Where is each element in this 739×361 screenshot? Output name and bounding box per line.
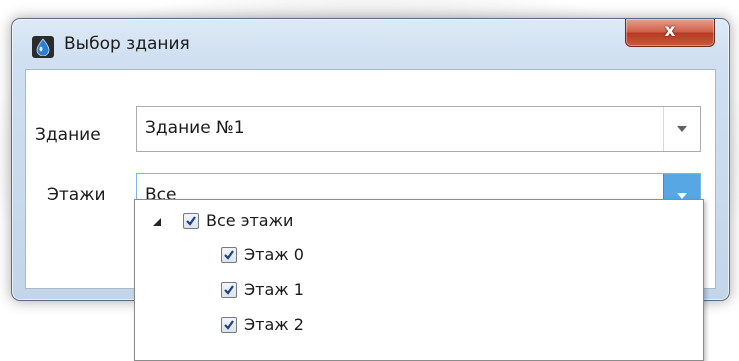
building-label: Здание [35,125,101,145]
floors-label: Этажи [47,185,106,205]
building-dropdown-button[interactable] [663,107,700,151]
checkmark-icon [224,320,234,330]
building-combobox[interactable]: Здание №1 [136,106,701,152]
triangle-expanded-icon[interactable] [153,218,161,226]
checkmark-icon [186,216,196,226]
tree-label-floor: Этаж 2 [244,315,304,334]
checkbox-floor-0[interactable] [221,247,237,263]
tree-label-all-floors: Все этажи [206,211,294,230]
checkbox-all-floors[interactable] [183,213,199,229]
checkmark-icon [224,250,234,260]
checkbox-floor-2[interactable] [221,317,237,333]
tree-item-floor[interactable]: Этаж 1 [135,275,701,305]
checkbox-floor-1[interactable] [221,282,237,298]
water-drop-icon [32,36,54,58]
tree-item-all-floors[interactable]: Все этажи [135,206,701,236]
tree-item-floor[interactable]: Этаж 2 [135,310,701,340]
tree-item-floor[interactable]: Этаж 0 [135,240,701,270]
floors-dropdown-list: Все этажи Этаж 0 Этаж 1 Этаж 2 [134,199,704,361]
close-button[interactable]: x [625,19,715,47]
building-value: Здание №1 [145,118,245,138]
close-icon: x [664,21,676,41]
tree-label-floor: Этаж 1 [244,280,304,299]
tree-label-floor: Этаж 0 [244,245,304,264]
chevron-down-icon [677,126,687,132]
checkmark-icon [224,285,234,295]
window-title: Выбор здания [64,34,190,54]
title-bar[interactable]: Выбор здания x [12,19,729,69]
